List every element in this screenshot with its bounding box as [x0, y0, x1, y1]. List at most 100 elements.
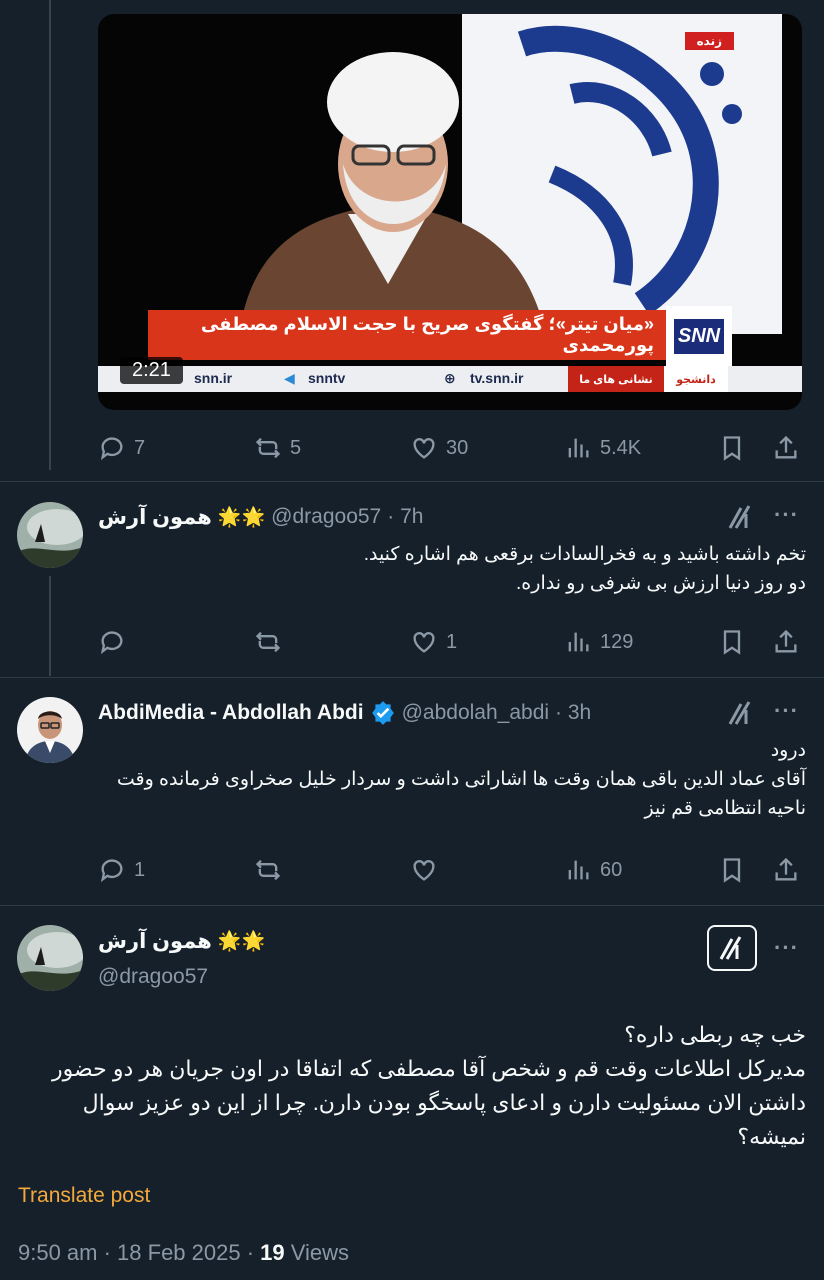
post-text: درود آقای عماد الدین باقی همان وقت ها اش…: [106, 738, 806, 821]
like-button[interactable]: 1: [410, 622, 457, 662]
video-player[interactable]: زنده «میان تیتر»؛ گفتگوی صریح با حجت الا…: [98, 14, 802, 410]
share-button[interactable]: [772, 428, 800, 468]
views-label: Views: [290, 1240, 350, 1265]
author-handle[interactable]: @dragoo57: [271, 505, 381, 529]
author-name[interactable]: AbdiMedia - Abdollah Abdi: [98, 701, 364, 725]
share-button[interactable]: [772, 622, 800, 662]
avatar[interactable]: [17, 697, 83, 763]
repost-icon: [255, 437, 281, 459]
more-icon[interactable]: ···: [774, 698, 799, 724]
video-caption: «میان تیتر»؛ گفتگوی صریح با حجت الاسلام …: [148, 310, 668, 360]
views-count: 19: [260, 1240, 285, 1265]
post-header: AbdiMedia - Abdollah Abdi @abdolah_abdi …: [98, 698, 591, 728]
reply-button[interactable]: 7: [98, 428, 145, 468]
post-text-line: درود: [770, 740, 806, 761]
post-header: همون آرش 🌟🌟 @dragoo57 · 7h: [98, 502, 423, 532]
bookmark-button[interactable]: [718, 622, 746, 662]
views-icon: [568, 632, 589, 652]
view-count: 60: [600, 858, 623, 881]
ticker-brand: دانشجو: [664, 366, 728, 392]
views-button[interactable]: 5.4K: [564, 428, 641, 468]
share-icon: [775, 435, 797, 459]
author-name[interactable]: همون آرش: [98, 505, 212, 530]
avatar[interactable]: [17, 502, 83, 568]
thread-line: [49, 576, 51, 676]
verified-icon: [371, 701, 394, 725]
reply-icon: [100, 631, 123, 655]
reply-button[interactable]: 1: [98, 850, 145, 890]
live-badge: زنده: [684, 32, 734, 50]
grok-icon[interactable]: [726, 698, 756, 728]
post-text-line: آقای عماد الدین باقی همان وقت ها اشاراتی…: [116, 769, 806, 790]
grok-icon: [719, 936, 742, 960]
repost-icon: [255, 859, 281, 881]
post-text: تخم داشته باشید و به فخرالسادات برقعی هم…: [106, 542, 806, 596]
video-duration: 2:21: [120, 357, 183, 384]
like-button[interactable]: 30: [410, 428, 468, 468]
post-text-line: مدیرکل اطلاعات وقت قم و شخص آقا مصطفی که…: [52, 1056, 806, 1081]
post-timestamp[interactable]: 9:50 am · 18 Feb 2025 ·: [18, 1240, 254, 1265]
views-icon: [568, 438, 589, 458]
post-text-line: ناحیه انتظامی قم نیز: [644, 798, 807, 819]
author-emoji: 🌟🌟: [217, 931, 266, 952]
view-count: 5.4K: [600, 436, 642, 459]
post-time[interactable]: · 7h: [387, 505, 423, 529]
divider: [0, 481, 824, 482]
grok-button[interactable]: [707, 925, 757, 971]
reply-count: 1: [134, 858, 146, 881]
post-handle-row: @dragoo57: [98, 962, 208, 992]
bookmark-icon: [723, 630, 741, 655]
avatar-image: [17, 697, 83, 763]
post-text-line: خب چه ربطی داره؟: [624, 1022, 806, 1047]
divider: [0, 905, 824, 906]
reply-count: 7: [134, 436, 146, 459]
repost-button[interactable]: 5: [254, 428, 301, 468]
reply-button[interactable]: [98, 622, 134, 662]
like-button[interactable]: [410, 850, 446, 890]
speaker-image: [238, 52, 548, 344]
avatar[interactable]: [17, 925, 83, 991]
ticker-site1: snn.ir: [194, 370, 233, 386]
post-meta: 9:50 am · 18 Feb 2025 · 19 Views: [18, 1240, 349, 1266]
views-button[interactable]: 129: [564, 622, 633, 662]
post-text-line: داشتن الان مسئولیت دارن و ادعای پاسخگو ب…: [82, 1090, 806, 1115]
author-handle[interactable]: @abdolah_abdi: [402, 701, 549, 725]
author-handle[interactable]: @dragoo57: [98, 965, 208, 989]
repost-button[interactable]: [254, 622, 290, 662]
repost-button[interactable]: [254, 850, 290, 890]
globe-icon: ⊕: [444, 370, 456, 386]
ticker-label: نشانی های ما: [568, 366, 664, 392]
reply-icon: [100, 859, 123, 883]
telegram-icon: ◀: [284, 370, 295, 386]
bookmark-icon: [723, 436, 741, 461]
more-icon[interactable]: ···: [774, 502, 799, 528]
post-text-line: تخم داشته باشید و به فخرالسادات برقعی هم…: [363, 544, 806, 565]
action-bar: 7 5 30 5.4K: [98, 428, 808, 468]
share-icon: [775, 629, 797, 653]
translate-post-link[interactable]: Translate post: [18, 1184, 150, 1208]
divider: [0, 677, 824, 678]
post-text-line: دو روز دنیا ارزش بی شرفی رو نداره.: [516, 573, 806, 594]
like-icon: [413, 438, 435, 459]
share-button[interactable]: [772, 850, 800, 890]
action-bar: 1 60: [98, 850, 808, 890]
post-time[interactable]: · 3h: [555, 701, 591, 725]
views-button[interactable]: 60: [564, 850, 622, 890]
avatar-image: [17, 925, 83, 991]
grok-icon[interactable]: [726, 502, 756, 532]
bookmark-button[interactable]: [718, 850, 746, 890]
video-caption-text: «میان تیتر»؛ گفتگوی صریح با حجت الاسلام …: [200, 314, 654, 355]
reply-icon: [100, 437, 123, 461]
action-bar: 1 129: [98, 622, 808, 662]
bookmark-button[interactable]: [718, 428, 746, 468]
channel-logo-text: SNN: [673, 318, 725, 354]
author-name[interactable]: همون آرش: [98, 929, 212, 954]
like-icon: [413, 632, 435, 653]
post-header: همون آرش 🌟🌟: [98, 926, 265, 956]
ticker-social: snntv: [308, 370, 346, 386]
more-icon[interactable]: ···: [774, 935, 799, 961]
share-icon: [775, 857, 797, 881]
author-emoji: 🌟🌟: [217, 507, 266, 528]
ticker-site2: tv.snn.ir: [470, 370, 524, 386]
like-count: 1: [446, 630, 458, 653]
